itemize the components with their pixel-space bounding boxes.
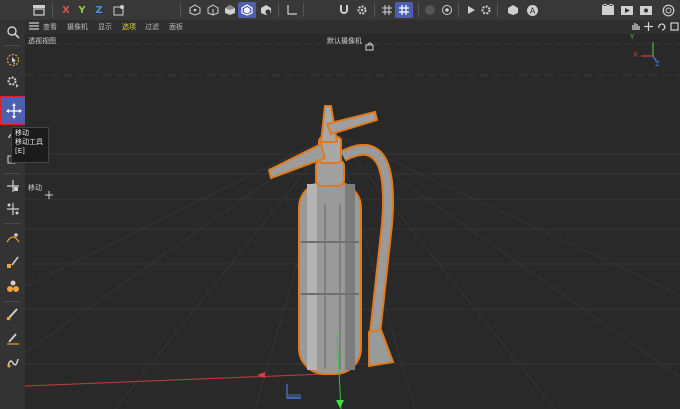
- palette-separator: [4, 223, 21, 224]
- polygons-mode-icon[interactable]: [222, 2, 238, 18]
- gizmo-x-label: X: [633, 51, 638, 59]
- snap-icon[interactable]: [379, 2, 395, 18]
- snap-grid-icon[interactable]: [395, 2, 413, 18]
- menu-display[interactable]: 显示: [98, 22, 112, 32]
- pan-hand-icon[interactable]: [631, 22, 640, 33]
- render-settings-icon[interactable]: [638, 2, 654, 18]
- live-select-icon[interactable]: [2, 50, 23, 70]
- palette-separator: [4, 173, 21, 174]
- camera-link-icon[interactable]: [365, 36, 374, 55]
- spiral-icon[interactable]: [660, 2, 676, 18]
- render-view-icon[interactable]: [600, 2, 616, 18]
- viewport-menubar: 查看 摄像机 显示 选项 过滤 面板: [25, 20, 680, 34]
- toolbar-separator: [374, 3, 375, 17]
- tooltip-description: 移动工具: [15, 138, 43, 146]
- coordinate-system-icon[interactable]: [111, 2, 127, 18]
- tooltip-shortcut: [E]: [15, 147, 25, 155]
- undo-stack-icon[interactable]: [31, 2, 47, 18]
- main-toolbar: X Y Z A: [0, 0, 680, 20]
- spline-arc-icon[interactable]: [2, 276, 23, 296]
- render-icon[interactable]: A: [524, 2, 540, 18]
- menu-camera[interactable]: 摄像机: [67, 22, 88, 32]
- toolbar-separator: [180, 3, 181, 17]
- palette-separator: [4, 301, 21, 302]
- palette-separator: [4, 45, 21, 46]
- dim-circle-icon: [422, 2, 438, 18]
- model-mode-icon[interactable]: [238, 2, 256, 18]
- gizmo-y-label: Y: [630, 34, 635, 41]
- move-tool-tooltip: 移动 移动工具 [E]: [11, 127, 49, 163]
- points-mode-icon[interactable]: [187, 2, 203, 18]
- fire-extinguisher-model: [267, 105, 395, 375]
- fullscreen-icon[interactable]: [670, 22, 679, 33]
- move-tool-button[interactable]: [0, 96, 28, 125]
- hamburger-menu-icon[interactable]: [29, 22, 39, 32]
- menu-panel[interactable]: 面板: [169, 22, 183, 32]
- cube-deform-icon[interactable]: [505, 2, 521, 18]
- toolbar-separator: [278, 3, 279, 17]
- perspective-viewport[interactable]: 透视视图 默认摄像机 Y X Z 移动: [25, 34, 680, 409]
- axis-mode-icon[interactable]: [284, 2, 300, 18]
- toolbar-separator: [497, 3, 498, 17]
- toolbar-separator: [303, 3, 304, 17]
- viewport-scene: [25, 42, 680, 409]
- svg-text:A: A: [529, 6, 535, 15]
- x-axis-lock-button[interactable]: X: [58, 2, 74, 18]
- menu-view[interactable]: 查看: [43, 22, 57, 32]
- menu-filter[interactable]: 过滤: [145, 22, 159, 32]
- z-axis-lock-button[interactable]: Z: [91, 2, 107, 18]
- gizmo-z-label: Z: [655, 60, 660, 68]
- tooltip-title: 移动: [15, 129, 29, 137]
- render-picture-queue-icon[interactable]: [619, 2, 635, 18]
- brush-icon[interactable]: [2, 304, 23, 324]
- target-icon[interactable]: [439, 2, 455, 18]
- viewport-name: 透视视图: [28, 37, 56, 45]
- magnet-icon[interactable]: [336, 2, 352, 18]
- move-arrows-hud-icon: [45, 184, 53, 203]
- gear-select-icon[interactable]: [2, 72, 23, 92]
- toolbar-separator: [418, 3, 419, 17]
- sculpt-icon[interactable]: [2, 352, 23, 372]
- camera-name[interactable]: 默认摄像机: [327, 36, 362, 46]
- search-icon[interactable]: [2, 22, 23, 42]
- move-hud-label: 移动: [28, 184, 42, 192]
- toolbar-separator: [52, 3, 53, 17]
- spline-pen-icon[interactable]: [2, 228, 23, 248]
- transform-icon[interactable]: [2, 176, 23, 196]
- menu-options[interactable]: 选项: [122, 22, 136, 32]
- rotate-icon[interactable]: [657, 22, 666, 33]
- move-arrows-icon[interactable]: [644, 22, 653, 33]
- spline-sketch-icon[interactable]: [2, 252, 23, 272]
- edges-mode-icon[interactable]: [205, 2, 221, 18]
- toolbar-separator: [458, 3, 459, 17]
- settings-gear-icon[interactable]: [354, 2, 370, 18]
- gear-icon[interactable]: [478, 2, 494, 18]
- tool-palette: [0, 20, 28, 409]
- play-icon[interactable]: [463, 2, 479, 18]
- scale-multi-icon[interactable]: [2, 199, 23, 219]
- texture-mode-icon[interactable]: [258, 2, 274, 18]
- y-axis-lock-button[interactable]: Y: [74, 2, 90, 18]
- pen-icon[interactable]: [2, 328, 23, 348]
- move-tool-icon: [6, 102, 22, 119]
